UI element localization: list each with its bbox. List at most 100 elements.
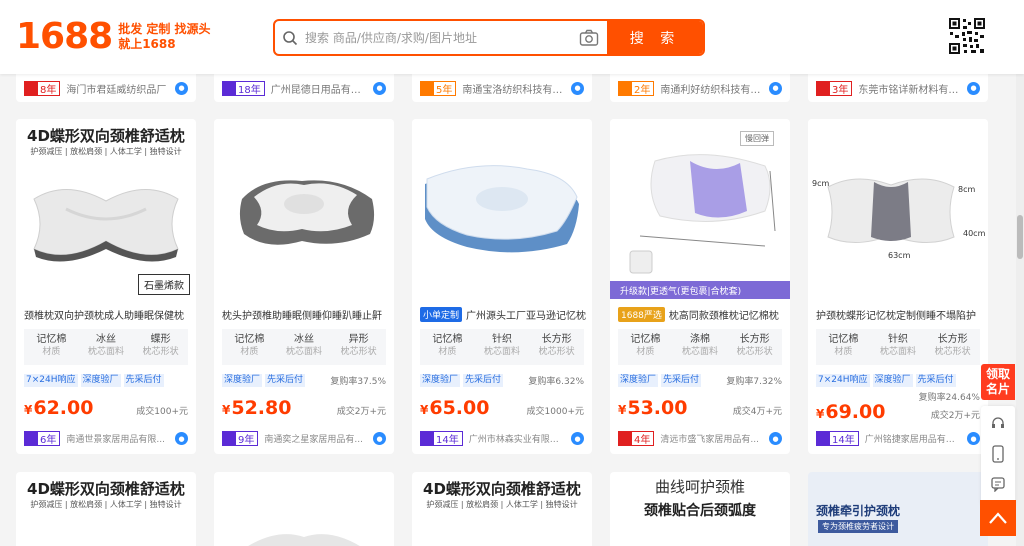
product-image[interactable]: 慢回弹 升级款|更透气(更包裹|合枕套) [610, 119, 790, 299]
service-tag: 深度验厂 [420, 373, 461, 387]
shop-name[interactable]: 南通奕之星家居用品有... [264, 432, 369, 445]
chat-icon[interactable]: ● [373, 432, 386, 445]
get-business-card-button[interactable]: 领取 名片 [981, 364, 1015, 400]
sales-volume: 成交2万+元 [336, 407, 386, 417]
product-card[interactable]: 4D蝶形双向颈椎舒适枕 护颈减压 | 放松肩颈 | 人体工学 | 独特设计 [16, 472, 196, 546]
product-title[interactable]: 枕头护颈椎助睡眠侧睡仰睡趴睡止鼾 [214, 299, 394, 323]
supplier-badge-icon [817, 81, 830, 95]
image-tag: 石墨烯款 [138, 274, 190, 295]
spec-item: 记忆棉 材质 [222, 329, 277, 365]
camera-icon[interactable] [571, 21, 607, 54]
spec-value: 蝶形 [150, 334, 171, 345]
spec-item: 冰丝 枕芯面料 [79, 329, 134, 365]
phone-icon[interactable] [991, 445, 1005, 467]
chat-icon[interactable]: ● [571, 432, 584, 445]
image-headline: 颈椎牵引护颈枕 [816, 504, 901, 518]
product-title[interactable]: 护颈枕蝶形记忆枕定制侧睡不塌陷护 [808, 299, 988, 323]
service-tag: 7×24H响应 [816, 373, 870, 387]
repurchase-rate: 复购率24.64% [918, 392, 980, 403]
product-image[interactable]: 4D蝶形双向颈椎舒适枕 护颈减压 | 放松肩颈 | 人体工学 | 独特设计 石墨… [16, 119, 196, 299]
chat-icon[interactable]: ● [175, 432, 188, 445]
shop-strip[interactable]: 8年 海门市君廷威纺织品厂 ● [16, 74, 196, 102]
spec-item: 针织 枕芯面料 [871, 329, 926, 365]
shop-name[interactable]: 广州昆德日用品有限公... [271, 81, 369, 96]
spec-item: 冰丝 枕芯面料 [277, 329, 332, 365]
pillow-image [827, 178, 955, 244]
image-subline: 护颈减压 | 放松肩颈 | 人体工学 | 独特设计 [30, 147, 182, 156]
years-text: 18年 [238, 84, 261, 96]
product-card[interactable]: 枕头护颈椎助睡眠侧睡仰睡趴睡止鼾 记忆棉 材质 冰丝 枕芯面料 异形 枕芯形状 深度验… [214, 119, 394, 454]
site-logo[interactable]: 1688 批发 定制 找源头 就上1688 [16, 16, 211, 57]
product-grid-row: 4D蝶形双向颈椎舒适枕 护颈减压 | 放松肩颈 | 人体工学 | 独特设计 石墨… [16, 119, 988, 454]
chat-icon[interactable]: ● [571, 81, 584, 95]
logo-slogan: 批发 定制 找源头 就上1688 [118, 22, 210, 52]
customer-service-icon[interactable] [990, 416, 1006, 436]
product-title[interactable]: 小单定制 广州源头工厂亚马逊记忆枕 [412, 299, 592, 323]
previous-row-strip: 8年 海门市君廷威纺织品厂 ● 18年 广州昆德日用品有限公... ● 5年 南… [16, 74, 988, 102]
product-card[interactable]: 4D蝶形双向颈椎舒适枕 护颈减压 | 放松肩颈 | 人体工学 | 独特设计 石墨… [16, 119, 196, 454]
shop-row[interactable]: 14年 广州铭捷家居用品有限... ● [816, 431, 980, 446]
chat-icon[interactable]: ● [373, 81, 386, 95]
shop-name[interactable]: 南通世景家居用品有限... [66, 432, 171, 445]
shop-name[interactable]: 南通利好纺织科技有限... [660, 81, 765, 96]
years-text: 4年 [634, 435, 651, 446]
product-card[interactable]: 9cm 8cm 40cm 63cm 护颈枕蝶形记忆枕定制侧睡不塌陷护 记忆棉 材质… [808, 119, 988, 454]
product-card[interactable]: 小单定制 广州源头工厂亚马逊记忆枕 记忆棉 材质 针织 枕芯面料 长方形 枕芯形状 深度… [412, 119, 592, 454]
repurchase-rate: 复购率37.5% [330, 376, 386, 387]
shop-name[interactable]: 南通宝洛纺织科技有限... [462, 81, 567, 96]
supplier-years-badge: 4年 [618, 431, 655, 446]
qr-code-icon[interactable] [948, 17, 986, 55]
spec-value: 针织 [492, 334, 512, 345]
spec-value: 涤棉 [690, 334, 710, 345]
product-image[interactable] [214, 119, 394, 299]
spec-item: 记忆棉 材质 [24, 329, 79, 365]
shop-name[interactable]: 海门市君廷威纺织品厂 [66, 81, 171, 96]
shop-strip[interactable]: 3年 东莞市铭详新材料有限... ● [808, 74, 988, 102]
supplier-years-badge: 9年 [222, 431, 259, 446]
chat-icon[interactable]: ● [175, 81, 188, 95]
product-card[interactable]: 4D蝶形双向颈椎舒适枕 护颈减压 | 放松肩颈 | 人体工学 | 独特设计 [412, 472, 592, 546]
scrollbar-thumb[interactable] [1017, 215, 1023, 259]
product-title[interactable]: 1688严选 枕高同款颈椎枕记忆棉枕 [610, 299, 790, 323]
search-button[interactable]: 搜 索 [607, 21, 703, 54]
product-card[interactable]: 曲线呵护颈椎 颈椎贴合后颈弧度 [610, 472, 790, 546]
spec-label: 材质 [42, 347, 61, 357]
product-image[interactable]: 9cm 8cm 40cm 63cm [808, 119, 988, 299]
search-input[interactable] [305, 21, 571, 54]
price-row: ¥ 53.00 成交4万+元 [618, 397, 782, 421]
shop-strip[interactable]: 18年 广州昆德日用品有限公... ● [214, 74, 394, 102]
product-card[interactable]: 颈椎牵引护颈枕 专为颈椎疲劳者设计 [808, 472, 988, 546]
spec-table: 记忆棉 材质 涤棉 枕芯面料 长方形 枕芯形状 [618, 329, 782, 365]
product-card[interactable]: 慢回弹 升级款|更透气(更包裹|合枕套) 1688严选 枕高同款颈椎枕记忆棉枕 记… [610, 119, 790, 454]
image-subline: 护颈减压 | 放松肩颈 | 人体工学 | 独特设计 [30, 500, 182, 509]
shop-row[interactable]: 6年 南通世景家居用品有限... ● [24, 431, 188, 446]
shop-row[interactable]: 9年 南通奕之星家居用品有... ● [222, 431, 386, 446]
shop-row[interactable]: 14年 广州市林森实业有限公... ● [420, 431, 584, 446]
chat-icon[interactable]: ● [769, 81, 782, 95]
chat-icon[interactable]: ● [967, 81, 980, 95]
chat-icon[interactable]: ● [769, 432, 782, 445]
feedback-icon[interactable] [990, 476, 1006, 496]
price-row: ¥ 62.00 成交100+元 [24, 397, 188, 421]
product-card[interactable] [214, 472, 394, 546]
shop-name[interactable]: 广州铭捷家居用品有限... [865, 432, 963, 445]
shop-row[interactable]: 4年 清远市盛飞家居用品有... ● [618, 431, 782, 446]
shop-name[interactable]: 广州市林森实业有限公... [469, 432, 567, 445]
shop-strip[interactable]: 5年 南通宝洛纺织科技有限... ● [412, 74, 592, 102]
spec-item: 异形 枕芯形状 [331, 329, 386, 365]
service-tags: 7×24H响应 深度验厂 先采后付 [816, 373, 980, 387]
spec-value: 冰丝 [96, 334, 116, 345]
pillow-image [425, 165, 579, 253]
shop-name[interactable]: 清远市盛飞家居用品有... [660, 432, 765, 445]
page-scrollbar[interactable] [1016, 74, 1024, 546]
currency-symbol: ¥ [24, 403, 33, 417]
search-bar: 搜 索 [273, 19, 705, 56]
service-tags: 深度验厂 先采后付 复购率6.32% [420, 373, 584, 387]
shop-strip[interactable]: 2年 南通利好纺织科技有限... ● [610, 74, 790, 102]
shop-name[interactable]: 东莞市铭详新材料有限... [858, 81, 963, 96]
product-image[interactable] [412, 119, 592, 299]
chat-icon[interactable]: ● [967, 432, 980, 445]
back-to-top-button[interactable] [980, 500, 1016, 536]
product-title[interactable]: 颈椎枕双向护颈枕成人助睡眠保健枕 [16, 299, 196, 323]
years-text: 2年 [634, 84, 651, 96]
